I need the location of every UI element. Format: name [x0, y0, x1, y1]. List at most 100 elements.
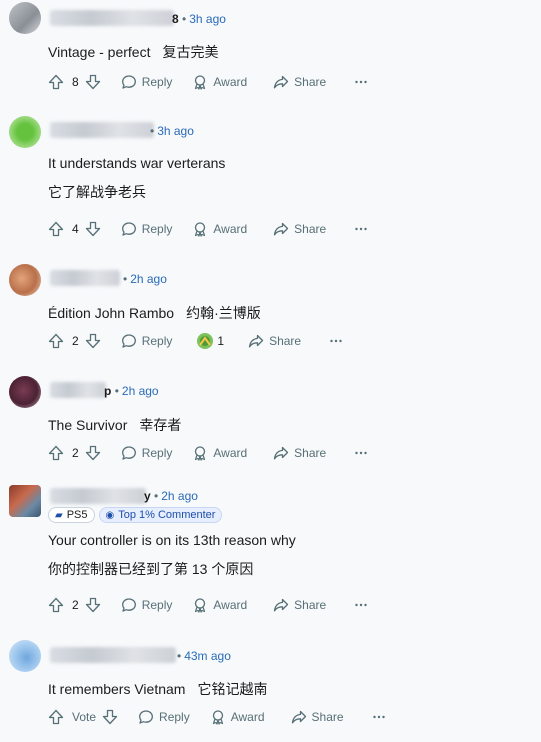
comment-bubble-icon	[121, 334, 136, 348]
reply-label: Reply	[141, 75, 173, 89]
comment-text: It understands war verterans	[48, 155, 225, 171]
downvote-icon	[85, 597, 100, 613]
upvote-icon	[48, 333, 64, 349]
timestamp[interactable]: 2h ago	[161, 489, 198, 503]
share-button[interactable]: Share	[273, 221, 326, 237]
downvote-button[interactable]	[85, 74, 101, 90]
comment-original: Your controller is on its 13th reason wh…	[48, 532, 296, 548]
reply-button[interactable]: Reply	[121, 445, 173, 461]
comment-text: The Survivor 幸存者	[48, 415, 181, 435]
separator-dot: •	[114, 384, 119, 398]
downvote-button[interactable]	[102, 709, 118, 725]
downvote-icon	[85, 445, 100, 461]
award-button[interactable]: Award	[210, 709, 265, 725]
comment-meta: y • 2h ago	[144, 489, 198, 503]
upvote-icon	[48, 445, 64, 461]
username[interactable]	[50, 488, 146, 504]
share-label: Share	[311, 710, 344, 724]
username-suffix: p	[104, 384, 112, 398]
upvote-button[interactable]	[48, 74, 64, 90]
share-button[interactable]: Share	[273, 445, 326, 461]
more-options-button[interactable]	[329, 333, 343, 349]
comment-actions: 2 Reply 1 Share	[48, 329, 343, 353]
comment-original: Édition John Rambo	[48, 305, 175, 321]
downvote-button[interactable]	[85, 333, 101, 349]
vote-count: 4	[72, 222, 79, 236]
timestamp[interactable]: 3h ago	[189, 12, 226, 26]
flair-platform: ▰ PS5	[48, 507, 95, 523]
username-suffix: y	[144, 489, 151, 503]
vote-count: 2	[72, 598, 79, 612]
share-icon	[274, 446, 289, 460]
upvote-button[interactable]	[48, 445, 64, 461]
timestamp[interactable]: 2h ago	[122, 384, 159, 398]
comment-bubble-icon	[121, 75, 136, 89]
upvote-button[interactable]	[48, 221, 64, 237]
upvote-button[interactable]	[48, 709, 64, 725]
downvote-button[interactable]	[85, 221, 101, 237]
avatar[interactable]	[9, 264, 41, 296]
reply-button[interactable]: Reply	[121, 597, 172, 613]
award-button[interactable]: Award	[192, 445, 247, 461]
comment-meta: 8 • 3h ago	[172, 12, 226, 26]
vote-label: Vote	[72, 710, 97, 724]
downvote-button[interactable]	[85, 597, 101, 613]
share-label: Share	[294, 75, 327, 89]
flair-badge-label: Top 1% Commenter	[118, 509, 216, 521]
award-button[interactable]: Award	[192, 74, 247, 90]
username[interactable]	[50, 10, 174, 26]
username[interactable]	[50, 647, 176, 663]
username[interactable]	[50, 270, 120, 286]
separator-dot: •	[150, 124, 155, 138]
upvote-icon	[48, 709, 64, 725]
separator-dot: •	[177, 649, 182, 663]
comment-translation-line: 它了解战争老兵	[48, 182, 146, 202]
more-options-button[interactable]	[354, 445, 368, 461]
award-button[interactable]: 1	[196, 332, 224, 350]
downvote-button[interactable]	[85, 445, 101, 461]
avatar[interactable]	[9, 376, 41, 408]
more-options-button[interactable]	[354, 597, 368, 613]
upvote-button[interactable]	[48, 597, 64, 613]
award-count: 1	[217, 334, 225, 348]
user-flairs: ▰ PS5 ◉ Top 1% Commenter	[48, 507, 223, 523]
upvote-button[interactable]	[48, 333, 64, 349]
vote-count: 8	[72, 75, 79, 89]
share-button[interactable]: Share	[291, 709, 344, 725]
separator-dot: •	[182, 12, 187, 26]
more-options-button[interactable]	[372, 709, 386, 725]
ellipsis-icon	[330, 339, 342, 343]
share-button[interactable]: Share	[273, 597, 326, 613]
share-button[interactable]: Share	[248, 333, 301, 349]
ellipsis-icon	[372, 715, 385, 719]
share-icon	[274, 598, 289, 612]
separator-dot: •	[123, 272, 128, 286]
timestamp[interactable]: 3h ago	[157, 124, 194, 138]
award-button[interactable]: Award	[192, 221, 247, 237]
reply-label: Reply	[141, 446, 173, 460]
username[interactable]	[50, 382, 106, 398]
username[interactable]	[50, 122, 154, 138]
avatar[interactable]	[9, 485, 41, 517]
reply-button[interactable]: Reply	[138, 709, 190, 725]
timestamp[interactable]: 43m ago	[184, 649, 231, 663]
avatar[interactable]	[9, 116, 41, 148]
reply-button[interactable]: Reply	[121, 333, 172, 349]
avatar[interactable]	[9, 640, 41, 672]
commenter-badge-icon: ◉	[105, 509, 115, 521]
more-options-button[interactable]	[354, 221, 368, 237]
reply-button[interactable]: Reply	[121, 221, 172, 237]
award-label: Award	[213, 222, 248, 236]
comment-original: It remembers Vietnam	[48, 681, 186, 697]
award-icon	[195, 598, 206, 613]
award-button[interactable]: Award	[192, 597, 247, 613]
share-button[interactable]: Share	[273, 74, 326, 90]
share-icon	[274, 75, 289, 89]
reply-button[interactable]: Reply	[121, 74, 173, 90]
avatar[interactable]	[9, 2, 41, 34]
upvote-icon	[48, 597, 64, 613]
timestamp[interactable]: 2h ago	[130, 272, 167, 286]
share-icon	[274, 222, 289, 236]
more-options-button[interactable]	[354, 74, 368, 90]
comment-actions: 2 Reply Award Share	[48, 441, 368, 465]
